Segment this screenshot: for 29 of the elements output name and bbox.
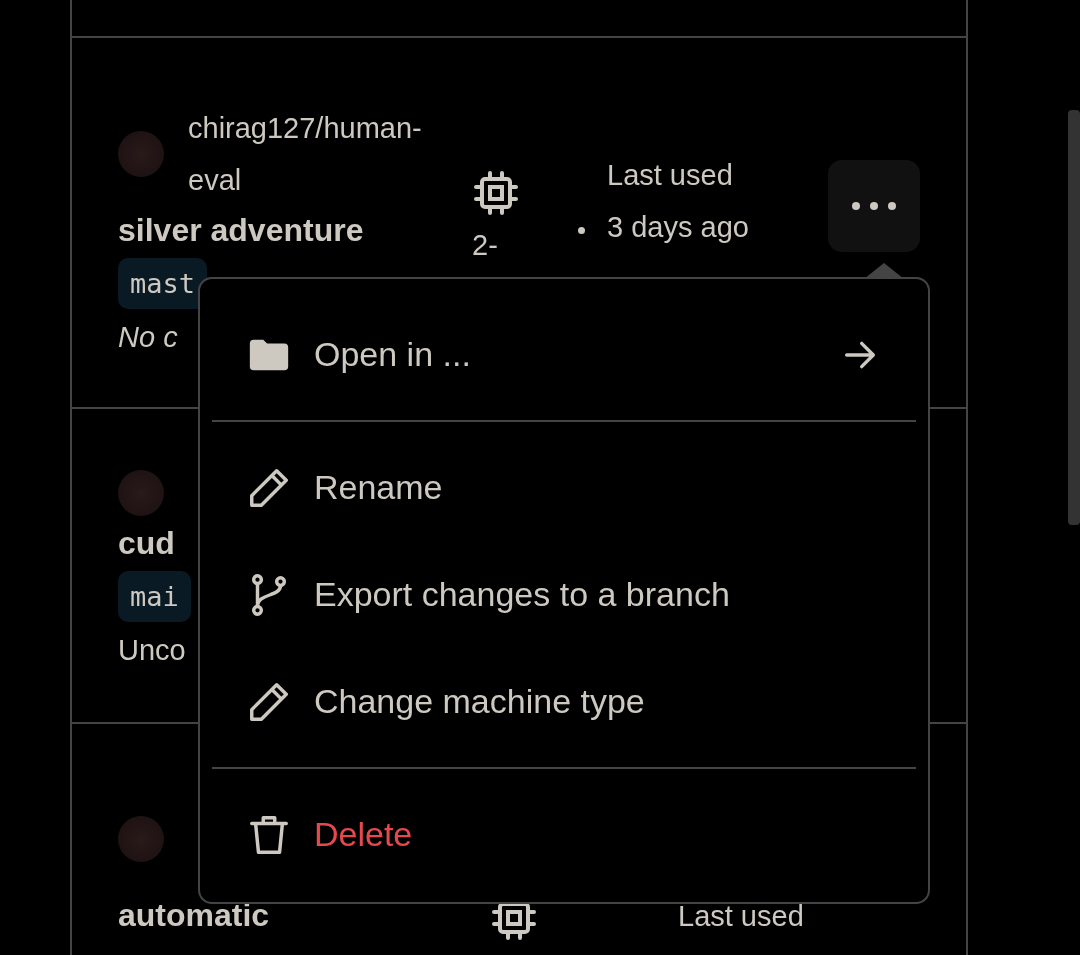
menu-item-label: Rename xyxy=(314,468,443,507)
codespace-name: silver adventure xyxy=(118,211,364,250)
menu-item[interactable]: Export changes to a branch xyxy=(212,541,916,648)
menu-item-label: Export changes to a branch xyxy=(314,575,730,614)
last-used: Last used xyxy=(678,899,804,934)
menu-item[interactable]: Rename xyxy=(212,434,916,541)
scrollbar[interactable] xyxy=(1068,110,1080,525)
codespace-name: automatic xyxy=(118,896,270,935)
change-status: Unco xyxy=(118,633,186,668)
avatar xyxy=(118,131,164,177)
more-button[interactable] xyxy=(828,159,920,252)
last-used: Last used 3 days ago xyxy=(607,157,749,245)
menu-item-label: Change machine type xyxy=(314,682,645,721)
repository-name: chirag127/human- eval xyxy=(188,111,422,198)
menu-item[interactable]: Open in ... xyxy=(212,301,916,408)
menu-item[interactable]: Delete xyxy=(212,781,916,888)
change-status: No c xyxy=(118,320,178,355)
separator-dot xyxy=(578,227,585,234)
avatar xyxy=(118,470,164,516)
branch-tag: mast xyxy=(118,258,208,309)
avatar xyxy=(118,816,164,862)
codespace-name: cud xyxy=(118,524,175,563)
menu-item-label: Delete xyxy=(314,815,413,854)
menu-item[interactable]: Change machine type xyxy=(212,648,916,755)
more-icon xyxy=(850,200,898,211)
menu-item-label: Open in ... xyxy=(314,335,471,374)
machine-type: 2- xyxy=(472,229,498,262)
branch-tag: mai xyxy=(118,571,191,622)
cpu-icon xyxy=(472,169,520,217)
